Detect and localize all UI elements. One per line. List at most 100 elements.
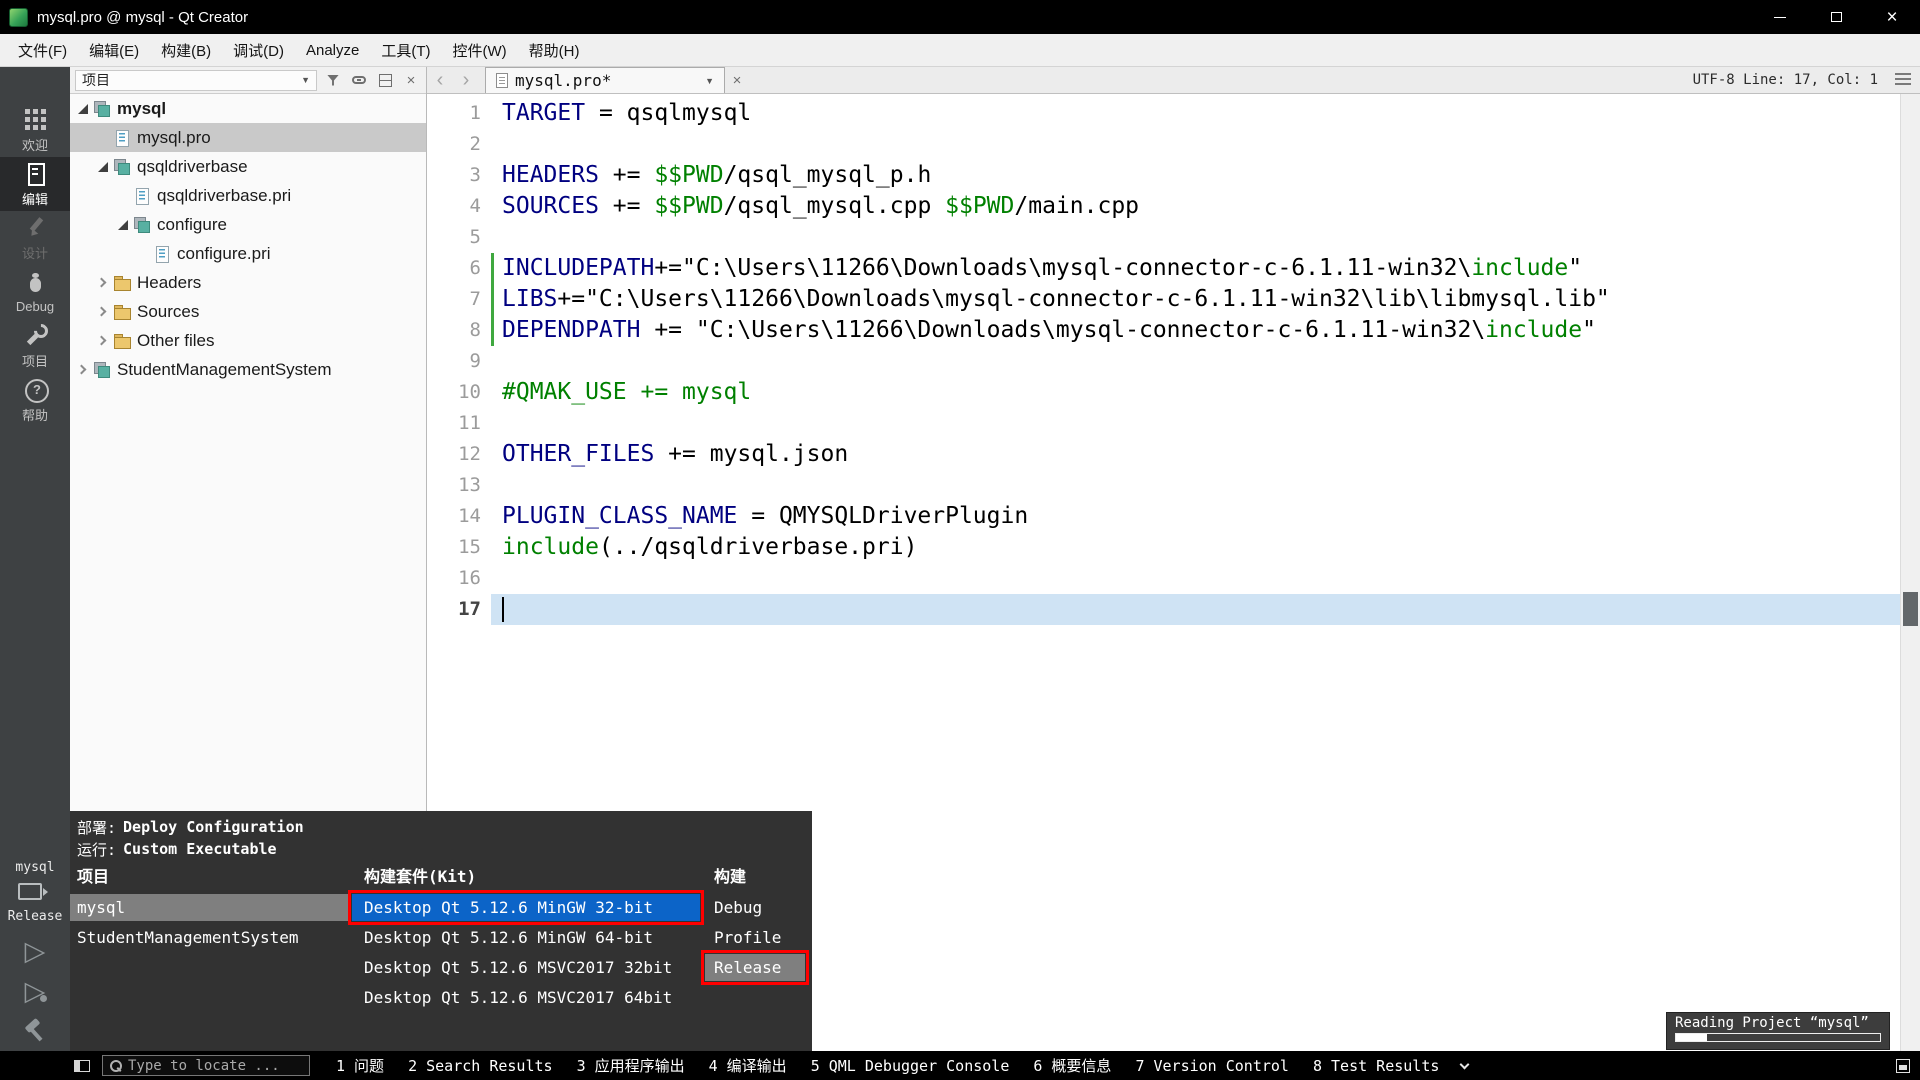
- code-line-1[interactable]: 1TARGET = qsqlmysql: [427, 98, 1900, 129]
- output-pane-issues[interactable]: 1 问题: [324, 1051, 396, 1080]
- tree-item-label: qsqldriverbase: [137, 157, 248, 177]
- documents-dropdown-icon[interactable]: ▼: [705, 76, 714, 86]
- code-line-8[interactable]: 8DEPENDPATH += "C:\Users\11266\Downloads…: [427, 315, 1900, 346]
- code-text: include(../qsqldriverbase.pri): [502, 532, 917, 563]
- filter-button[interactable]: [323, 70, 343, 90]
- go-forward-button[interactable]: ›: [453, 70, 479, 90]
- code-line-11[interactable]: 11: [427, 408, 1900, 439]
- progress-indicator-button[interactable]: [1896, 1059, 1910, 1073]
- build-button[interactable]: [15, 1017, 55, 1045]
- expand-arrow-icon[interactable]: [94, 279, 111, 286]
- menu-edit[interactable]: 编辑(E): [78, 34, 150, 66]
- kit-selector-button[interactable]: [18, 882, 52, 902]
- folder-icon: [113, 333, 131, 349]
- locator-input[interactable]: [128, 1058, 303, 1074]
- vcs-change-marker: [491, 315, 494, 346]
- menu-tools[interactable]: 工具(T): [370, 34, 441, 66]
- code-line-3[interactable]: 3HEADERS += $$PWD/qsql_mysql_p.h: [427, 160, 1900, 191]
- code-line-9[interactable]: 9: [427, 346, 1900, 377]
- code-line-15[interactable]: 15include(../qsqldriverbase.pri): [427, 532, 1900, 563]
- code-line-4[interactable]: 4SOURCES += $$PWD/qsql_mysql.cpp $$PWD/m…: [427, 191, 1900, 222]
- run-icon: ▷: [25, 938, 46, 965]
- scrollbar-thumb[interactable]: [1903, 592, 1918, 626]
- tree-item-configure[interactable]: configure: [70, 210, 426, 239]
- expand-arrow-icon[interactable]: [94, 337, 111, 344]
- output-pane-application-output[interactable]: 3 应用程序输出: [565, 1051, 697, 1080]
- menu-file[interactable]: 文件(F): [7, 34, 78, 66]
- menu-build[interactable]: 构建(B): [150, 34, 222, 66]
- tree-item-mysql-pro[interactable]: mysql.pro: [70, 123, 426, 152]
- close-document-button[interactable]: ×: [725, 73, 749, 88]
- output-panes-menu-button[interactable]: [1451, 1051, 1478, 1080]
- kit-option[interactable]: Desktop Qt 5.12.6 MSVC2017 64bit: [352, 984, 700, 1011]
- output-pane-search-results[interactable]: 2 Search Results: [396, 1051, 565, 1080]
- toggle-sidebar-button[interactable]: [74, 1060, 90, 1072]
- collapse-arrow-icon[interactable]: [114, 220, 131, 230]
- build-option[interactable]: Profile: [705, 924, 805, 951]
- line-number: 5: [427, 222, 491, 253]
- mode-tab-welcome[interactable]: 欢迎: [0, 103, 70, 157]
- tree-item-other-files[interactable]: Other files: [70, 326, 426, 355]
- tree-item-qsqldriverbase-pri[interactable]: qsqldriverbase.pri: [70, 181, 426, 210]
- go-back-button[interactable]: ‹: [427, 70, 453, 90]
- code-line-7[interactable]: 7LIBS+="C:\Users\11266\Downloads\mysql-c…: [427, 284, 1900, 315]
- split-button[interactable]: [375, 70, 395, 90]
- close-sidebar-button[interactable]: ×: [401, 70, 421, 90]
- tree-item-mysql[interactable]: mysql: [70, 94, 426, 123]
- minimize-button[interactable]: [1752, 0, 1808, 34]
- output-pane-qml-debugger-console[interactable]: 5 QML Debugger Console: [799, 1051, 1022, 1080]
- tree-item-sources[interactable]: Sources: [70, 297, 426, 326]
- expand-arrow-icon[interactable]: [74, 366, 91, 373]
- code-line-17[interactable]: 17: [427, 594, 1900, 625]
- sync-with-editor-button[interactable]: [349, 70, 369, 90]
- project-option[interactable]: mysql: [70, 894, 348, 921]
- kit-option[interactable]: Desktop Qt 5.12.6 MinGW 32-bit: [352, 894, 700, 921]
- run-button[interactable]: ▷: [15, 937, 55, 965]
- expand-arrow-icon[interactable]: [94, 308, 111, 315]
- line-body: #QMAK_USE += mysql: [491, 377, 1900, 408]
- code-line-16[interactable]: 16: [427, 563, 1900, 594]
- tree-item-studentmanagementsystem[interactable]: StudentManagementSystem: [70, 355, 426, 384]
- editor-scrollbar[interactable]: [1900, 94, 1920, 1051]
- line-number: 8: [427, 315, 491, 346]
- editor-options-button[interactable]: [1890, 73, 1916, 87]
- document-tab[interactable]: mysql.pro* ▼: [485, 67, 725, 93]
- kit-option[interactable]: Desktop Qt 5.12.6 MinGW 64-bit: [352, 924, 700, 951]
- output-pane-general-messages[interactable]: 6 概要信息: [1021, 1051, 1123, 1080]
- build-option[interactable]: Release: [705, 954, 805, 981]
- mode-tab-help[interactable]: 帮助: [0, 373, 70, 427]
- tree-item-qsqldriverbase[interactable]: qsqldriverbase: [70, 152, 426, 181]
- sidebar-view-combo[interactable]: 项目 ▼: [75, 70, 317, 91]
- vcs-change-marker: [491, 408, 494, 439]
- deploy-config-value: Deploy Configuration: [123, 818, 304, 836]
- mode-tab-projects[interactable]: 项目: [0, 319, 70, 373]
- debug-run-button[interactable]: ▷: [15, 977, 55, 1005]
- collapse-arrow-icon[interactable]: [74, 104, 91, 114]
- mode-tab-edit[interactable]: 编辑: [0, 157, 70, 211]
- code-line-12[interactable]: 12OTHER_FILES += mysql.json: [427, 439, 1900, 470]
- menu-analyze[interactable]: Analyze: [295, 34, 370, 66]
- code-line-13[interactable]: 13: [427, 470, 1900, 501]
- target-device-icon: [18, 883, 40, 902]
- kit-option[interactable]: Desktop Qt 5.12.6 MSVC2017 32bit: [352, 954, 700, 981]
- mode-tab-debug[interactable]: Debug: [0, 265, 70, 319]
- tree-item-configure-pri[interactable]: configure.pri: [70, 239, 426, 268]
- menu-help[interactable]: 帮助(H): [518, 34, 591, 66]
- collapse-arrow-icon[interactable]: [94, 162, 111, 172]
- output-pane-test-results[interactable]: 8 Test Results: [1301, 1051, 1451, 1080]
- maximize-button[interactable]: [1808, 0, 1864, 34]
- output-pane-compile-output[interactable]: 4 编译输出: [697, 1051, 799, 1080]
- menu-window[interactable]: 控件(W): [442, 34, 518, 66]
- close-button[interactable]: ×: [1864, 0, 1920, 34]
- build-option[interactable]: Debug: [705, 894, 805, 921]
- code-line-2[interactable]: 2: [427, 129, 1900, 160]
- code-line-5[interactable]: 5: [427, 222, 1900, 253]
- project-option[interactable]: StudentManagementSystem: [70, 924, 348, 951]
- code-line-14[interactable]: 14PLUGIN_CLASS_NAME = QMYSQLDriverPlugin: [427, 501, 1900, 532]
- tree-item-headers[interactable]: Headers: [70, 268, 426, 297]
- locator-box[interactable]: [102, 1055, 310, 1076]
- code-line-6[interactable]: 6INCLUDEPATH+="C:\Users\11266\Downloads\…: [427, 253, 1900, 284]
- menu-debug[interactable]: 调试(D): [222, 34, 295, 66]
- output-pane-version-control[interactable]: 7 Version Control: [1123, 1051, 1301, 1080]
- code-line-10[interactable]: 10#QMAK_USE += mysql: [427, 377, 1900, 408]
